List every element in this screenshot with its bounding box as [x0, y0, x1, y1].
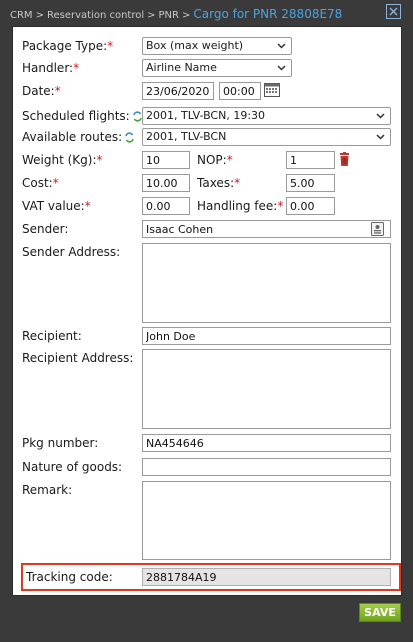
required-mark: * [84, 199, 91, 213]
date-input[interactable] [142, 82, 214, 100]
scheduled-flights-select[interactable]: 2001, TLV-BCN, 19:30 [142, 107, 391, 125]
sender-label: Sender: [22, 222, 69, 236]
cost-input[interactable] [142, 174, 190, 192]
required-mark: * [226, 153, 233, 167]
weight-label-text: Weight (Kg): [22, 153, 97, 167]
nop-label: NOP:* [197, 153, 233, 167]
breadcrumb-separator: > [181, 10, 191, 21]
required-mark: * [107, 39, 114, 53]
handler-select[interactable]: Airline Name [142, 59, 292, 77]
required-mark: * [52, 176, 59, 190]
breadcrumb-separator: > [35, 10, 44, 21]
scheduled-flights-label-text: Scheduled flights: [22, 109, 130, 123]
nop-input[interactable] [286, 151, 335, 169]
available-routes-select[interactable]: 2001, TLV-BCN [142, 128, 391, 146]
nature-of-goods-input[interactable] [142, 458, 391, 476]
sender-address-textarea[interactable] [142, 243, 391, 323]
recipient-address-textarea[interactable] [142, 349, 391, 429]
required-mark: * [73, 61, 80, 75]
taxes-label: Taxes:* [197, 176, 240, 190]
title-bar: CRM > Reservation control > PNR > Cargo for PN… [0, 0, 413, 26]
cost-label: Cost:* [22, 176, 59, 190]
available-routes-label-text: Available routes: [22, 130, 123, 144]
sender-input[interactable] [142, 220, 391, 238]
scheduled-flights-label: Scheduled flights: [22, 109, 143, 123]
date-label: Date:* [22, 84, 61, 98]
nop-label-text: NOP: [197, 153, 227, 167]
scheduled-flights-value: 2001, TLV-BCN, 19:30 [146, 109, 266, 122]
nature-of-goods-label: Nature of goods: [22, 460, 123, 474]
tracking-code-label: Tracking code: [26, 570, 113, 584]
tracking-code-field [142, 568, 391, 586]
chevron-down-icon [277, 65, 286, 71]
chevron-down-icon [376, 134, 385, 140]
calendar-icon[interactable] [264, 82, 280, 97]
remark-textarea[interactable] [142, 481, 391, 560]
recipient-label: Recipient: [22, 329, 82, 343]
available-routes-label: Available routes: [22, 130, 135, 144]
page-title: Cargo for PNR 28808E78 [193, 7, 343, 21]
package-type-label: Package Type:* [22, 39, 113, 53]
refresh-icon[interactable] [124, 132, 135, 143]
cargo-form-panel: Package Type:* Box (max weight) Handler:… [12, 26, 402, 596]
required-mark: * [54, 84, 61, 98]
vat-value-input[interactable] [142, 197, 190, 215]
taxes-label-text: Taxes: [197, 176, 235, 190]
package-type-select[interactable]: Box (max weight) [142, 37, 292, 55]
package-type-value: Box (max weight) [146, 39, 244, 52]
required-mark: * [234, 176, 241, 190]
handling-fee-label: Handling fee:* [197, 199, 283, 213]
weight-label: Weight (Kg):* [22, 153, 103, 167]
breadcrumb-separator: > [147, 10, 156, 21]
vat-value-label: VAT value:* [22, 199, 91, 213]
required-mark: * [96, 153, 103, 167]
trash-icon[interactable] [339, 152, 350, 167]
close-icon [389, 7, 398, 16]
handler-label: Handler:* [22, 61, 79, 75]
pkg-number-input[interactable] [142, 434, 391, 452]
vat-value-label-text: VAT value: [22, 199, 85, 213]
recipient-input[interactable] [142, 327, 391, 345]
contact-card-icon[interactable] [371, 222, 384, 236]
required-mark: * [277, 199, 284, 213]
cost-label-text: Cost: [22, 176, 53, 190]
handling-fee-input[interactable] [286, 197, 335, 215]
time-input[interactable] [219, 82, 261, 100]
taxes-input[interactable] [286, 174, 335, 192]
close-button[interactable] [386, 4, 401, 19]
breadcrumb: CRM > Reservation control > PNR > Cargo for PN… [10, 7, 342, 21]
sender-address-label: Sender Address: [22, 245, 121, 259]
recipient-address-label: Recipient Address: [22, 351, 134, 365]
pkg-number-label: Pkg number: [22, 436, 99, 450]
handler-label-text: Handler: [22, 61, 74, 75]
handler-value: Airline Name [146, 61, 217, 74]
tracking-code-highlight: Tracking code: [21, 563, 401, 591]
package-type-label-text: Package Type: [22, 39, 108, 53]
date-label-text: Date: [22, 84, 55, 98]
save-button[interactable]: SAVE [359, 603, 401, 622]
breadcrumb-item-pnr[interactable]: PNR [159, 10, 179, 21]
chevron-down-icon [277, 43, 286, 49]
weight-input[interactable] [142, 151, 190, 169]
breadcrumb-item-reservation-control[interactable]: Reservation control [47, 10, 144, 21]
chevron-down-icon [376, 113, 385, 119]
available-routes-value: 2001, TLV-BCN [146, 130, 227, 143]
remark-label: Remark: [22, 483, 73, 497]
handling-fee-label-text: Handling fee: [197, 199, 278, 213]
breadcrumb-item-crm[interactable]: CRM [10, 10, 33, 21]
